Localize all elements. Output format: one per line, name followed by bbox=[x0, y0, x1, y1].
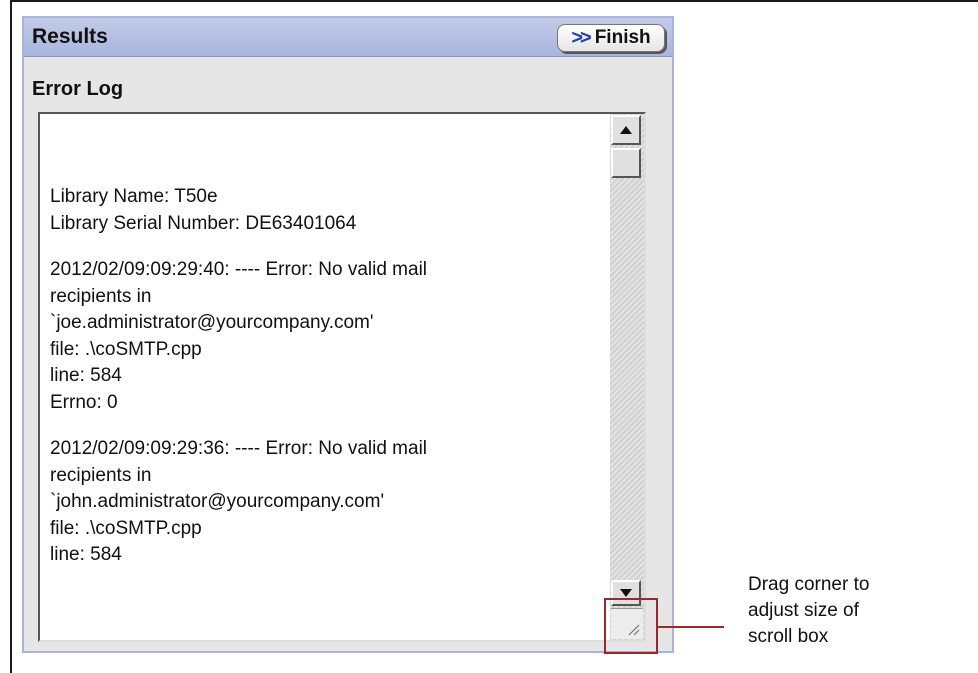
finish-button[interactable]: >> Finish bbox=[557, 24, 665, 52]
callout-line-3: scroll box bbox=[748, 626, 829, 647]
scroll-thumb[interactable] bbox=[611, 148, 641, 178]
log-line: Library Name: T50e bbox=[50, 186, 218, 207]
log-line: line: 584 bbox=[50, 365, 122, 386]
log-blank bbox=[50, 416, 610, 436]
callout-leader-line bbox=[658, 626, 724, 628]
log-line: `john.administrator@yourcompany.com' bbox=[50, 491, 385, 512]
error-log-content: Library Name: T50e Library Serial Number… bbox=[50, 184, 610, 569]
frame-left-border bbox=[10, 0, 12, 673]
resize-callout: Drag corner to adjust size of scroll box bbox=[748, 572, 948, 650]
double-chevron-right-icon: >> bbox=[571, 26, 591, 49]
results-title: Results bbox=[32, 25, 108, 48]
log-line: 2012/02/09:09:29:40: ---- Error: No vali… bbox=[50, 259, 428, 280]
scroll-up-button[interactable] bbox=[611, 115, 641, 145]
log-line: `joe.administrator@yourcompany.com' bbox=[50, 312, 374, 333]
error-log-label: Error Log bbox=[32, 78, 124, 100]
callout-line-2: adjust size of bbox=[748, 600, 859, 621]
results-header: Results >> Finish bbox=[24, 18, 672, 57]
arrow-up-icon bbox=[620, 126, 632, 134]
arrow-down-icon bbox=[620, 589, 632, 597]
error-log-textarea[interactable]: Library Name: T50e Library Serial Number… bbox=[38, 112, 646, 642]
log-line: recipients in bbox=[50, 464, 152, 486]
log-line: 2012/02/09:09:29:36: ---- Error: No vali… bbox=[50, 438, 428, 459]
results-panel: Results >> Finish Error Log Library Name… bbox=[22, 16, 674, 653]
log-line: file: .\coSMTP.cpp bbox=[50, 338, 202, 360]
log-line: recipients in bbox=[50, 285, 152, 307]
log-line: line: 584 bbox=[50, 544, 122, 565]
callout-line-1: Drag corner to bbox=[748, 574, 870, 595]
log-line: Library Serial Number: DE63401064 bbox=[50, 212, 357, 234]
log-line: file: .\coSMTP.cpp bbox=[50, 517, 202, 539]
frame-top-border bbox=[10, 0, 978, 2]
vertical-scrollbar[interactable] bbox=[610, 114, 644, 640]
log-line: Errno: 0 bbox=[50, 391, 118, 413]
resize-highlight-box bbox=[604, 598, 658, 654]
finish-button-label: Finish bbox=[594, 27, 651, 48]
log-blank bbox=[50, 237, 610, 257]
